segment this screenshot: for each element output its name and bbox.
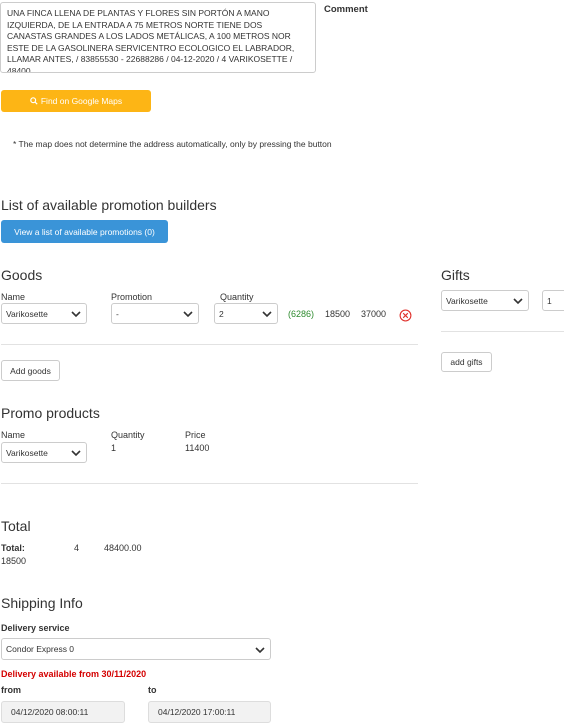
delivery-availability: Delivery available from 30/11/2020 xyxy=(1,669,147,679)
goods-divider xyxy=(1,344,418,345)
goods-col-promotion: Promotion xyxy=(111,292,153,302)
address-textarea[interactable]: UNA FINCA LLENA DE PLANTAS Y FLORES SIN … xyxy=(0,2,316,73)
gifts-name-value: Varikosette xyxy=(446,295,488,306)
promotion-builders-title: List of available promotion builders xyxy=(1,197,217,213)
gifts-title: Gifts xyxy=(441,267,470,283)
promo-col-quantity: Quantity xyxy=(111,430,145,440)
chevron-down-icon xyxy=(71,450,81,457)
goods-promotion-value: - xyxy=(116,308,119,319)
goods-line-total: 37000 xyxy=(361,309,387,319)
search-icon xyxy=(30,97,38,105)
total-amount: 48400.00 xyxy=(104,543,142,553)
from-label: from xyxy=(1,685,21,695)
total-sub: 18500 xyxy=(1,556,27,566)
goods-stock: (6286) xyxy=(288,309,315,319)
delivery-service-value: Condor Express 0 xyxy=(6,644,75,654)
goods-quantity-select[interactable]: 2 xyxy=(214,303,278,324)
goods-col-quantity: Quantity xyxy=(220,292,254,302)
goods-name-value: Varikosette xyxy=(6,308,48,319)
promo-name-value: Varikosette xyxy=(6,447,48,458)
delivery-service-label: Delivery service xyxy=(1,623,70,633)
shipping-title: Shipping Info xyxy=(1,595,83,611)
chevron-down-icon xyxy=(513,298,523,305)
gifts-quantity-input[interactable]: 1 xyxy=(542,290,564,311)
find-on-google-maps-label: Find on Google Maps xyxy=(40,96,123,106)
total-label: Total: xyxy=(1,543,25,553)
find-on-google-maps-button[interactable]: Find on Google Maps xyxy=(1,90,151,112)
delivery-to-input[interactable]: 04/12/2020 17:00:11 xyxy=(148,701,271,723)
goods-col-name: Name xyxy=(1,292,26,302)
to-label: to xyxy=(148,685,157,695)
gifts-divider xyxy=(441,331,564,332)
map-note: * The map does not determine the address… xyxy=(13,139,332,149)
chevron-down-icon xyxy=(71,311,81,318)
goods-name-select[interactable]: Varikosette xyxy=(1,303,87,324)
promo-col-price: Price xyxy=(185,430,206,440)
total-count: 4 xyxy=(74,543,80,553)
comment-label: Comment xyxy=(324,4,368,15)
goods-title: Goods xyxy=(1,267,43,283)
chevron-down-icon xyxy=(262,311,272,318)
chevron-down-icon xyxy=(183,311,193,318)
goods-quantity-value: 2 xyxy=(219,308,224,319)
promo-col-name: Name xyxy=(1,430,26,440)
add-goods-button[interactable]: Add goods xyxy=(1,360,60,381)
promo-divider xyxy=(1,483,418,484)
goods-price: 18500 xyxy=(325,309,351,319)
add-gifts-button[interactable]: add gifts xyxy=(441,352,492,372)
delivery-service-select[interactable]: Condor Express 0 xyxy=(1,638,271,660)
total-title: Total xyxy=(1,518,31,534)
goods-promotion-select[interactable]: - xyxy=(111,303,199,324)
gifts-name-select[interactable]: Varikosette xyxy=(441,290,529,311)
chevron-down-icon xyxy=(255,647,265,654)
promo-products-title: Promo products xyxy=(1,405,100,421)
view-promotions-button[interactable]: View a list of available promotions (0) xyxy=(1,220,168,243)
promo-name-select[interactable]: Varikosette xyxy=(1,442,87,463)
delivery-from-input[interactable]: 04/12/2020 08:00:11 xyxy=(1,701,125,723)
remove-icon[interactable] xyxy=(399,309,412,322)
promo-quantity: 1 xyxy=(111,443,117,453)
promo-price: 11400 xyxy=(185,443,210,453)
